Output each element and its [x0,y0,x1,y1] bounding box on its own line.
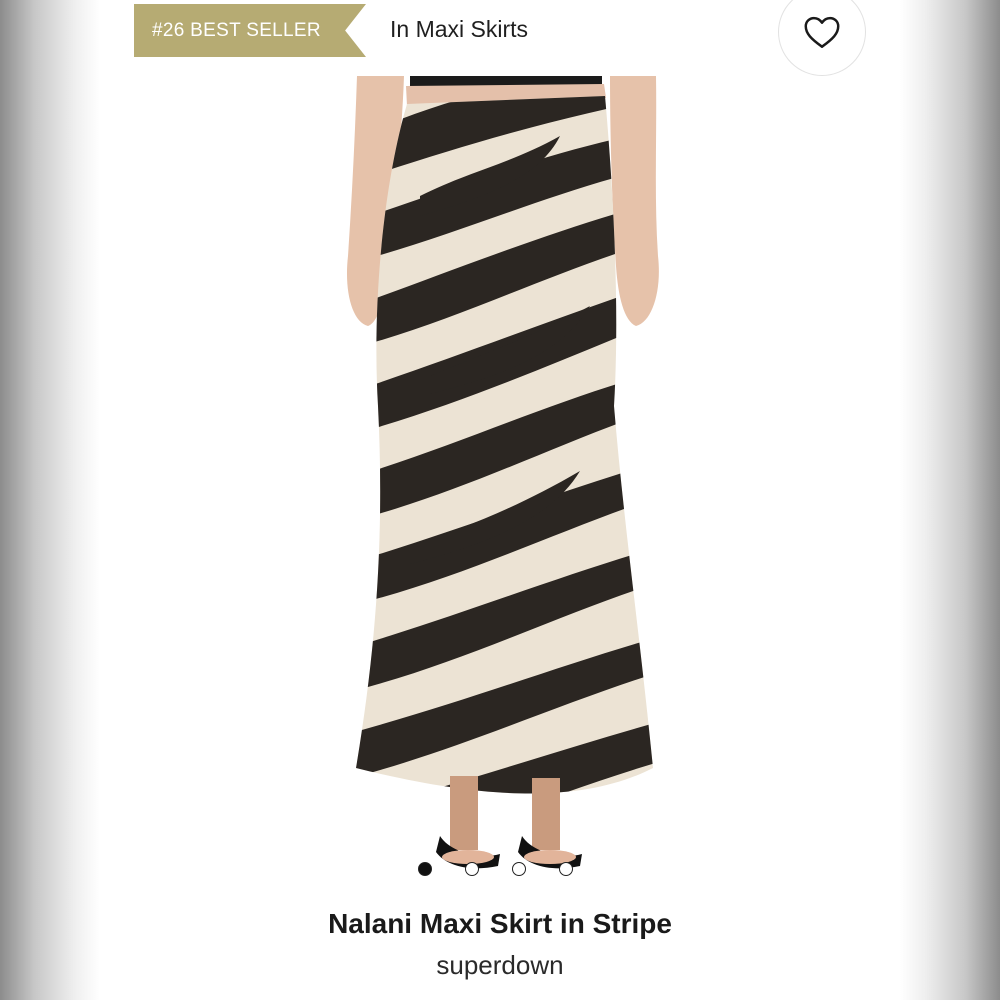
right-border [900,0,1000,1000]
carousel-dot[interactable] [418,862,432,876]
carousel-dot[interactable] [512,862,526,876]
category-link[interactable]: In Maxi Skirts [390,16,528,43]
product-title[interactable]: Nalani Maxi Skirt in Stripe [100,908,900,940]
best-seller-badge: #26 BEST SELLER [134,4,366,57]
product-card: #26 BEST SELLER In Maxi Skirts Nalani Ma… [100,0,900,1000]
favorite-button[interactable] [778,0,866,76]
left-border [0,0,100,1000]
carousel-dot[interactable] [465,862,479,876]
best-seller-text: #26 BEST SELLER [152,19,321,41]
product-image[interactable] [260,76,660,888]
carousel-dot[interactable] [559,862,573,876]
product-brand[interactable]: superdown [100,950,900,981]
heart-icon [804,16,840,48]
carousel-dots [418,862,573,878]
